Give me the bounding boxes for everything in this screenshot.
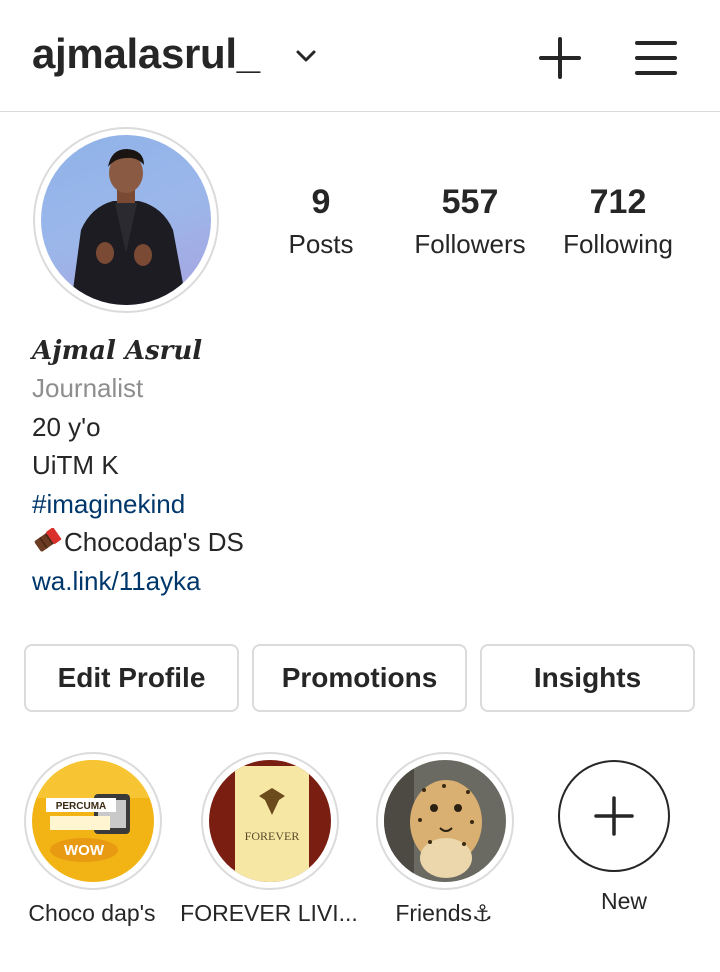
chevron-down-icon[interactable]	[294, 46, 318, 66]
following-label: Following	[563, 229, 673, 259]
profile-avatar[interactable]	[33, 127, 219, 313]
bio-line: 20 y'o	[32, 411, 101, 442]
highlight-ring: PERCUMA WOW	[24, 752, 162, 890]
bio-line-chocolate: Chocodap's DS	[32, 523, 692, 562]
hashtag-link[interactable]: #imaginekind	[32, 485, 692, 524]
website-link[interactable]: wa.link/11ayka	[32, 562, 692, 601]
highlight-cover: FOREVER	[209, 760, 331, 882]
highlight-ring	[376, 752, 514, 890]
highlight-cover: PERCUMA WOW	[32, 760, 154, 882]
username-title[interactable]: ajmalasrul_	[32, 30, 260, 78]
plus-icon	[594, 796, 634, 836]
highlight-cover	[384, 760, 506, 882]
category-label: Journalist	[32, 373, 144, 403]
avatar-image	[41, 135, 211, 305]
posts-label: Posts	[288, 229, 354, 259]
highlight-cover-text: PERCUMA	[56, 801, 107, 812]
bio-line: UiTM K	[32, 450, 119, 480]
highlight-cover-text: WOW	[64, 842, 105, 859]
display-name: Ajmal Asrul	[32, 336, 203, 366]
followers-label: Followers	[414, 229, 526, 259]
highlight-cover-text: FOREVER	[245, 829, 300, 843]
plus-icon[interactable]	[538, 36, 582, 80]
posts-count: 9	[311, 183, 331, 221]
followers-count: 557	[441, 183, 499, 221]
posts-stat[interactable]: 9 Posts	[251, 180, 391, 264]
hamburger-menu-icon[interactable]	[634, 38, 678, 78]
profile-bio: Ajmal Asrul Journalist 20 y'o UiTM K #im…	[32, 333, 692, 600]
highlight-label: FOREVER LIVI...	[180, 900, 358, 926]
following-count: 712	[589, 183, 647, 221]
highlight-label: Friends⚓	[395, 900, 493, 926]
highlight-ring: FOREVER	[201, 752, 339, 890]
highlight-label: New	[600, 888, 647, 914]
top-bar: ajmalasrul_	[0, 0, 720, 112]
highlight-label: Choco dap's	[28, 900, 156, 926]
promotions-button[interactable]: Promotions	[252, 644, 467, 712]
followers-stat[interactable]: 557 Followers	[400, 180, 540, 264]
chocolate-bar-icon	[34, 528, 62, 552]
insights-button[interactable]: Insights	[480, 644, 695, 712]
chocolate-text: Chocodap's DS	[64, 527, 244, 557]
following-stat[interactable]: 712 Following	[548, 180, 688, 264]
edit-profile-button[interactable]: Edit Profile	[24, 644, 239, 712]
new-highlight-button[interactable]	[558, 760, 670, 872]
